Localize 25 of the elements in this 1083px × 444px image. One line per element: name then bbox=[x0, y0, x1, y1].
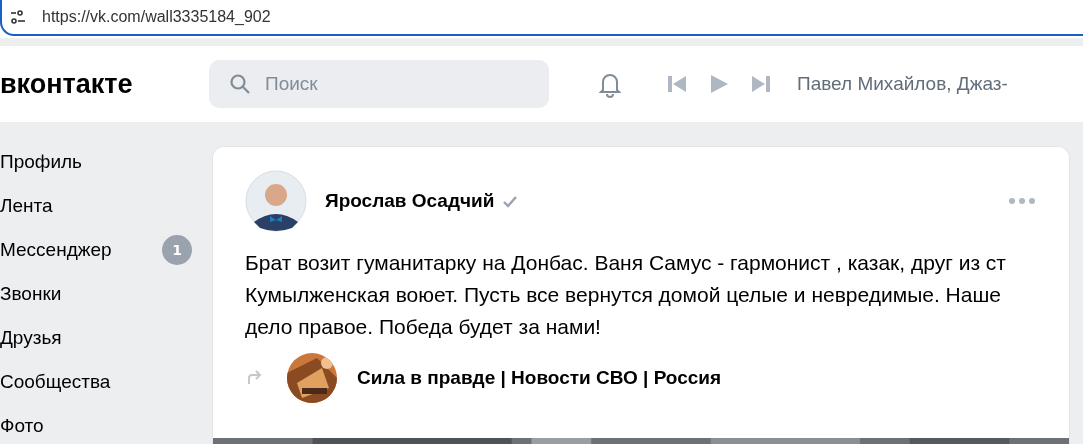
search-icon bbox=[229, 73, 251, 95]
repost-arrow-icon bbox=[245, 369, 263, 387]
sidebar-item[interactable]: Лента bbox=[0, 195, 53, 217]
sidebar-item[interactable]: Сообщества bbox=[0, 371, 111, 393]
source-name[interactable]: Сила в правде | Новости СВО | Россия bbox=[357, 367, 722, 389]
track-title[interactable]: Павел Михайлов, Джаз- bbox=[797, 73, 1008, 95]
address-field[interactable]: https://vk.com/wall3335184_902 bbox=[0, 0, 1083, 36]
sidebar-item[interactable]: Фото bbox=[0, 415, 44, 437]
avatar[interactable] bbox=[245, 170, 307, 232]
url-text: https://vk.com/wall3335184_902 bbox=[42, 8, 271, 26]
post-text: Брат возит гуманитарку на Донбас. Ваня Самус - гармонист , казак, друг из ст Кумылженская воюет. Пусть все вернутся домой целые и невредимые. Наше дело правое. Победа будет за нами! bbox=[245, 250, 1007, 340]
search-input[interactable]: Поиск bbox=[263, 72, 527, 96]
sidebar-item[interactable]: Звонки bbox=[0, 283, 62, 305]
more-options-icon[interactable] bbox=[1009, 198, 1035, 204]
author-name[interactable]: Ярослав Осадчий bbox=[325, 190, 495, 212]
next-track-icon[interactable] bbox=[751, 75, 771, 93]
sidebar-item[interactable]: Друзья bbox=[0, 327, 62, 349]
search-field[interactable]: Поиск bbox=[209, 60, 549, 108]
sidebar-item[interactable]: Профиль bbox=[0, 151, 83, 173]
play-icon[interactable] bbox=[709, 75, 729, 93]
logo[interactable]: вконтакте bbox=[0, 68, 209, 100]
previous-track-icon[interactable] bbox=[667, 75, 687, 93]
sidebar-item[interactable]: Мессенджер bbox=[0, 239, 112, 261]
unread-count-badge: 1 bbox=[162, 235, 192, 265]
site-settings-icon[interactable] bbox=[10, 10, 26, 24]
